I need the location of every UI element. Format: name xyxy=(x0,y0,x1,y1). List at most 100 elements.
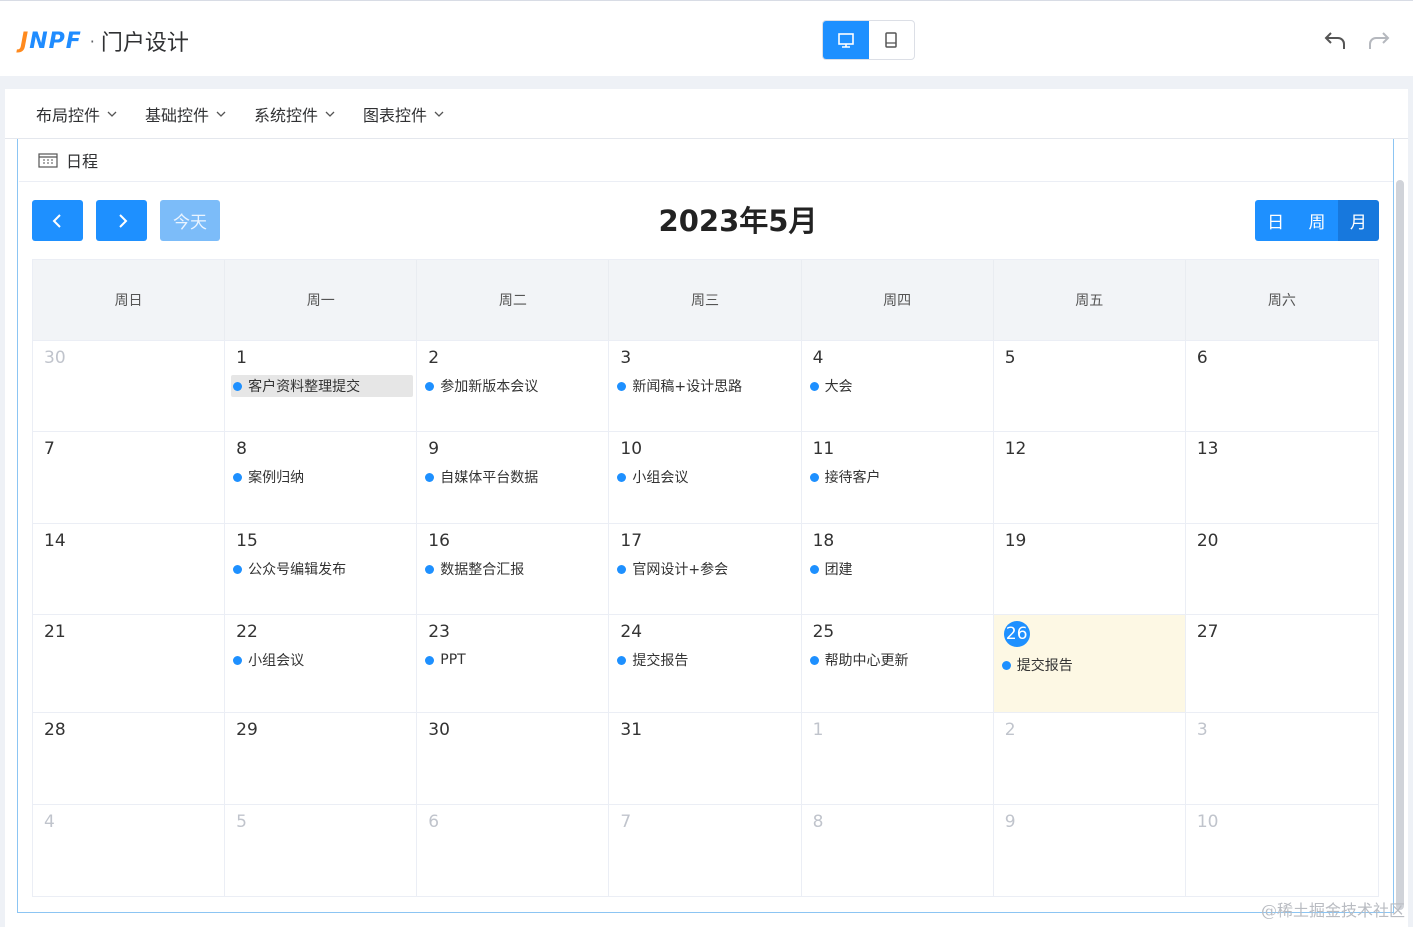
menu-label: 图表控件 xyxy=(363,105,428,125)
day-cell[interactable]: 28 xyxy=(33,713,226,805)
schedule-widget[interactable]: 日程 今天 2023年5月 日 周 月 周日 周一 周二 周三 周四 周五 周六 30 1 客户… xyxy=(17,139,1394,913)
day-cell[interactable]: 9 xyxy=(993,805,1186,897)
day-cell[interactable]: 4 大会 xyxy=(801,341,994,432)
day-cell[interactable]: 24 提交报告 xyxy=(609,615,802,713)
day-cell[interactable]: 19 xyxy=(993,524,1186,615)
calendar-event[interactable]: 自媒体平台数据 xyxy=(423,466,542,488)
top-bar: JNPF · 门户设计 xyxy=(0,0,1413,76)
day-view-button[interactable]: 日 xyxy=(1255,200,1297,241)
calendar-event[interactable]: 客户资料整理提交 xyxy=(231,375,414,397)
event-dot-icon xyxy=(617,564,627,574)
day-number: 25 xyxy=(812,622,835,642)
calendar-event[interactable]: 公众号编辑发布 xyxy=(231,558,350,580)
calendar-event[interactable]: 数据整合汇报 xyxy=(423,558,528,580)
menu-chart-controls[interactable]: 图表控件 xyxy=(363,102,445,126)
day-cell[interactable]: 8 xyxy=(801,805,994,897)
day-cell[interactable]: 7 xyxy=(33,432,226,524)
calendar-event[interactable]: 小组会议 xyxy=(231,649,308,671)
day-number: 7 xyxy=(44,439,55,459)
chevron-down-icon xyxy=(216,111,226,117)
vertical-scrollbar[interactable] xyxy=(1396,180,1404,910)
day-cell[interactable]: 1 客户资料整理提交 xyxy=(225,341,418,432)
event-title: 自媒体平台数据 xyxy=(440,470,539,486)
day-number: 6 xyxy=(1196,348,1208,368)
menu-system-controls[interactable]: 系统控件 xyxy=(254,102,336,126)
day-number: 24 xyxy=(620,622,643,642)
day-cell[interactable]: 18 团建 xyxy=(801,524,994,615)
next-month-button[interactable] xyxy=(96,200,147,241)
watermark: @稀土掘金技术社区 xyxy=(1260,901,1405,920)
calendar-event[interactable]: 小组会议 xyxy=(615,466,692,488)
calendar-event[interactable]: 参加新版本会议 xyxy=(423,375,542,397)
prev-month-button[interactable] xyxy=(32,200,83,241)
day-cell[interactable]: 5 xyxy=(993,341,1186,432)
desktop-view-button[interactable] xyxy=(823,21,869,59)
calendar-event[interactable]: PPT xyxy=(423,649,469,671)
day-cell[interactable]: 1 xyxy=(801,713,994,805)
calendar-event[interactable]: 新闻稿+设计思路 xyxy=(615,375,746,397)
day-cell[interactable]: 21 xyxy=(33,615,226,713)
day-cell[interactable]: 17 官网设计+参会 xyxy=(609,524,802,615)
event-title: 提交报告 xyxy=(1016,658,1073,674)
day-number: 4 xyxy=(812,348,824,368)
day-cell[interactable]: 31 xyxy=(609,713,802,805)
calendar-event[interactable]: 接待客户 xyxy=(808,466,885,488)
redo-icon[interactable] xyxy=(1366,27,1392,53)
day-number: 8 xyxy=(236,439,247,459)
menu-layout-controls[interactable]: 布局控件 xyxy=(36,102,118,126)
today-button[interactable]: 今天 xyxy=(160,200,220,241)
day-cell[interactable]: 2 参加新版本会议 xyxy=(417,341,610,432)
desktop-icon xyxy=(837,33,854,48)
day-cell[interactable]: 6 xyxy=(1185,341,1378,432)
day-cell[interactable]: 16 数据整合汇报 xyxy=(417,524,610,615)
day-number: 22 xyxy=(236,622,258,642)
day-number: 15 xyxy=(236,531,258,551)
calendar-event[interactable]: 提交报告 xyxy=(615,649,692,671)
day-cell[interactable]: 10 xyxy=(1185,805,1378,897)
day-cell[interactable]: 3 xyxy=(1185,713,1378,805)
day-cell[interactable]: 23 PPT xyxy=(417,615,610,713)
menu-label: 系统控件 xyxy=(254,105,319,125)
calendar-event[interactable]: 案例归纳 xyxy=(231,466,308,488)
day-cell[interactable]: 10 小组会议 xyxy=(609,432,802,524)
day-cell[interactable]: 14 xyxy=(33,524,226,615)
day-cell[interactable]: 12 xyxy=(993,432,1186,524)
day-cell[interactable]: 4 xyxy=(33,805,226,897)
calendar-event[interactable]: 官网设计+参会 xyxy=(615,558,732,580)
day-cell[interactable]: 9 自媒体平台数据 xyxy=(417,432,610,524)
tablet-view-button[interactable] xyxy=(869,21,915,59)
day-cell[interactable]: 7 xyxy=(609,805,802,897)
calendar-event[interactable]: 提交报告 xyxy=(1000,654,1077,676)
day-cell[interactable]: 2 xyxy=(993,713,1186,805)
day-cell[interactable]: 11 接待客户 xyxy=(801,432,994,524)
weekday-header-cell: 周四 xyxy=(802,260,994,340)
event-title: 帮助中心更新 xyxy=(824,653,909,669)
day-cell[interactable]: 5 xyxy=(225,805,418,897)
day-cell[interactable]: 27 xyxy=(1185,615,1378,713)
week-view-button[interactable]: 周 xyxy=(1296,200,1338,241)
undo-icon[interactable] xyxy=(1322,27,1348,53)
day-cell[interactable]: 13 xyxy=(1185,432,1378,524)
day-cell[interactable]: 6 xyxy=(417,805,610,897)
day-cell-today[interactable]: 26 提交报告 xyxy=(993,615,1186,713)
page-title: 门户设计 xyxy=(100,31,189,56)
day-cell[interactable]: 25 帮助中心更新 xyxy=(801,615,994,713)
divider xyxy=(19,181,1393,182)
day-cell[interactable]: 20 xyxy=(1185,524,1378,615)
day-cell[interactable]: 22 小组会议 xyxy=(225,615,418,713)
day-cell[interactable]: 30 xyxy=(33,341,226,432)
event-dot-icon xyxy=(425,564,435,574)
day-cell[interactable]: 30 xyxy=(417,713,610,805)
day-cell[interactable]: 3 新闻稿+设计思路 xyxy=(609,341,802,432)
day-cell[interactable]: 8 案例归纳 xyxy=(225,432,418,524)
day-cell[interactable]: 29 xyxy=(225,713,418,805)
month-view-button[interactable]: 月 xyxy=(1337,200,1379,241)
day-number: 3 xyxy=(620,348,632,368)
calendar-event[interactable]: 帮助中心更新 xyxy=(808,649,913,671)
event-title: 团建 xyxy=(824,562,853,578)
calendar-event[interactable]: 大会 xyxy=(808,375,857,397)
menu-basic-controls[interactable]: 基础控件 xyxy=(145,102,227,126)
event-dot-icon xyxy=(233,564,243,574)
calendar-event[interactable]: 团建 xyxy=(808,558,857,580)
day-cell[interactable]: 15 公众号编辑发布 xyxy=(225,524,418,615)
